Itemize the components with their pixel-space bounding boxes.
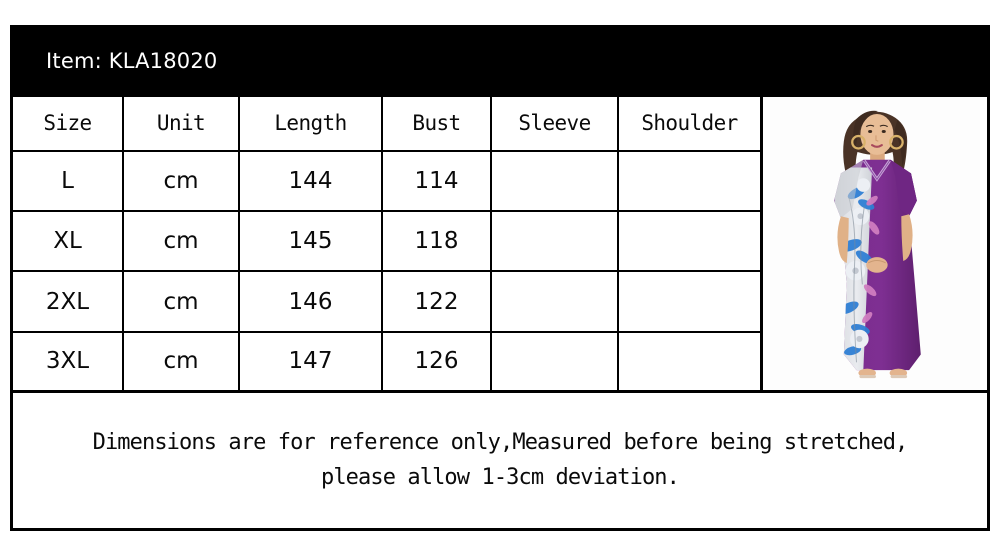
column-header-bust: Bust <box>382 97 492 152</box>
cell-length: 147 <box>239 331 383 390</box>
disclaimer-note: Dimensions are for reference only,Measur… <box>13 393 987 528</box>
cell-sleeve <box>491 150 619 213</box>
cell-shoulder <box>618 150 760 213</box>
cell-unit: cm <box>123 150 240 213</box>
cell-bust: 122 <box>382 271 492 333</box>
cell-sleeve <box>491 211 619 273</box>
cell-unit: cm <box>123 331 240 390</box>
cell-bust: 118 <box>382 211 492 273</box>
cell-unit: cm <box>123 271 240 333</box>
cell-length: 144 <box>239 150 383 213</box>
cell-bust: 126 <box>382 331 492 390</box>
cell-shoulder <box>618 211 760 273</box>
cell-size: XL <box>13 211 124 273</box>
table-row: L cm 144 114 <box>13 150 760 213</box>
cell-shoulder <box>618 271 760 333</box>
cell-size: 3XL <box>13 331 124 390</box>
disclaimer-line-2: please allow 1-3cm deviation. <box>320 464 680 490</box>
cell-length: 146 <box>239 271 383 333</box>
cell-unit: cm <box>123 211 240 273</box>
cell-size: 2XL <box>13 271 124 333</box>
column-header-unit: Unit <box>123 97 240 152</box>
cell-sleeve <box>491 331 619 390</box>
face <box>860 113 894 155</box>
column-header-size: Size <box>13 97 124 152</box>
size-chart-page: Item: KLA18020 Size Unit Length Bust Sle… <box>0 0 1000 556</box>
table-header-row: Size Unit Length Bust Sleeve Shoulder <box>13 97 760 152</box>
model-illustration <box>763 99 987 388</box>
cell-bust: 114 <box>382 150 492 213</box>
column-header-sleeve: Sleeve <box>491 97 619 152</box>
item-title-band: Item: KLA18020 <box>13 28 987 94</box>
product-photo <box>763 97 987 390</box>
disclaimer-line-1: Dimensions are for reference only,Measur… <box>92 430 909 456</box>
column-header-shoulder: Shoulder <box>618 97 760 152</box>
chart-body: Size Unit Length Bust Sleeve Shoulder L … <box>13 94 987 393</box>
cell-sleeve <box>491 271 619 333</box>
measurements-table: Size Unit Length Bust Sleeve Shoulder L … <box>13 97 760 390</box>
cell-shoulder <box>618 331 760 390</box>
item-code-label: Item: KLA18020 <box>46 49 218 73</box>
table-row: 2XL cm 146 122 <box>13 271 760 333</box>
cell-size: L <box>13 150 124 213</box>
table-row: XL cm 145 118 <box>13 211 760 273</box>
table-row: 3XL cm 147 126 <box>13 331 760 390</box>
size-chart-card: Item: KLA18020 Size Unit Length Bust Sle… <box>10 25 990 531</box>
cell-length: 145 <box>239 211 383 273</box>
product-photo-panel <box>763 97 987 390</box>
column-header-length: Length <box>239 97 383 152</box>
measurements-table-wrapper: Size Unit Length Bust Sleeve Shoulder L … <box>13 97 763 390</box>
